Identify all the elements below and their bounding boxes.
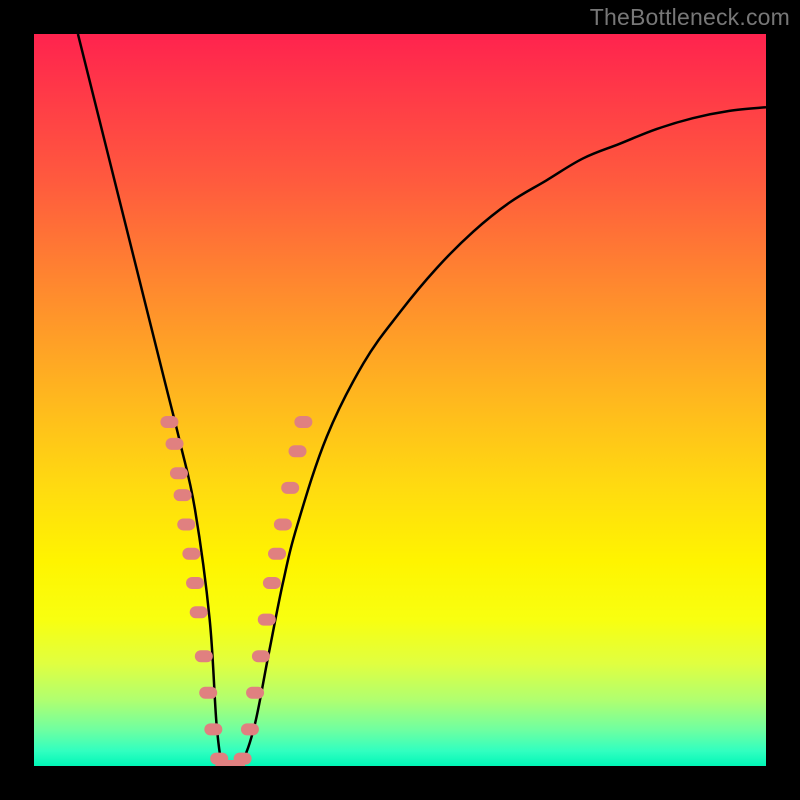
chart-plot-area: [34, 34, 766, 766]
watermark-text: TheBottleneck.com: [590, 4, 790, 31]
